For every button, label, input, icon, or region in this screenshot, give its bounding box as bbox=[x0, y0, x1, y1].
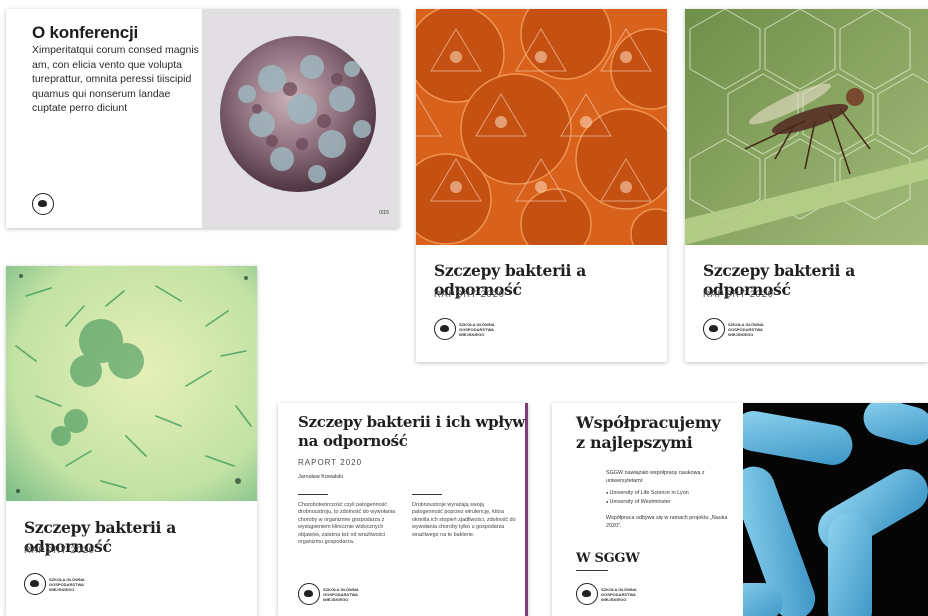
report-card-orange[interactable]: Szczepy bakterii a odporność RAPORT 2020… bbox=[416, 9, 667, 362]
column-divider bbox=[298, 494, 328, 495]
cooperation-text-panel: Współpracujemy z najlepszymi SGGW nawiąz… bbox=[552, 403, 743, 616]
report-detail-card[interactable]: Szczepy bakterii i ich wpływ na odpornoś… bbox=[278, 403, 528, 616]
partner-list: University of Life Science in Lyon Unive… bbox=[606, 489, 738, 507]
report-detail-title-line2: na odporność bbox=[298, 432, 408, 450]
insect-image bbox=[685, 9, 928, 245]
orange-droplets-image bbox=[416, 9, 667, 245]
virus-image bbox=[202, 9, 399, 228]
sggw-logo-icon bbox=[434, 318, 456, 340]
section-divider bbox=[576, 570, 608, 571]
page-edge-accent bbox=[525, 403, 528, 616]
cooperation-intro: SGGW nawiązało współpracę naukową z uniw… bbox=[606, 470, 705, 484]
sggw-logo-icon bbox=[298, 583, 320, 605]
report-subtitle: RAPORT 2020 bbox=[24, 545, 95, 555]
microscope-bacteria-image bbox=[6, 266, 257, 501]
report-subtitle: RAPORT 2020 bbox=[434, 289, 505, 299]
sggw-logo-text: SZKOŁA GŁÓWNA GOSPODARSTWA WIEJSKIEGO bbox=[728, 322, 764, 337]
sggw-logo-text: SZKOŁA GŁÓWNA GOSPODARSTWA WIEJSKIEGO bbox=[601, 587, 637, 602]
sggw-logo-icon bbox=[703, 318, 725, 340]
sggw-logo-text: SZKOŁA GŁÓWNA GOSPODARSTWA WIEJSKIEGO bbox=[323, 587, 359, 602]
report-author: Jarosław Kowalski bbox=[298, 474, 343, 480]
report-detail-title-line1: Szczepy bakterii i ich wpływ bbox=[298, 413, 525, 431]
cooperation-section-heading: W SGGW bbox=[576, 551, 640, 566]
sggw-logo-text: SZKOŁA GŁÓWNA GOSPODARSTWA WIEJSKIEGO bbox=[49, 577, 85, 592]
cooperation-note: Współpraca odbywa się w ramach projektu … bbox=[606, 515, 728, 529]
cooperation-title-line2: z najlepszymi bbox=[576, 433, 693, 452]
report-column-2: Drobnoustroje wyrażają swoją patogenność… bbox=[412, 502, 516, 538]
partner-item: University of Life Science in Lyon bbox=[606, 489, 738, 498]
report-subtitle: RAPORT 2020 bbox=[703, 289, 774, 299]
partner-item: University of Westminster bbox=[606, 498, 738, 507]
report-card-microscope[interactable]: Szczepy bakterii a odporność RAPORT 2020… bbox=[6, 266, 257, 616]
conference-slide-card[interactable]: O konferencji Ximperitatqui corum consed… bbox=[6, 9, 399, 228]
report-detail-subtitle: RAPORT 2020 bbox=[298, 458, 363, 467]
report-column-1: Chorobotwórczość czyli patogenność drobn… bbox=[298, 502, 396, 546]
column-divider bbox=[412, 494, 442, 495]
sggw-logo-text: SZKOŁA GŁÓWNA GOSPODARSTWA WIEJSKIEGO bbox=[459, 322, 495, 337]
page-number: 0/15 bbox=[379, 210, 389, 216]
sggw-logo-icon bbox=[24, 573, 46, 595]
conference-text-panel: O konferencji Ximperitatqui corum consed… bbox=[6, 9, 202, 228]
cooperation-card[interactable]: Współpracujemy z najlepszymi SGGW nawiąz… bbox=[552, 403, 928, 616]
sggw-logo-icon bbox=[32, 193, 54, 215]
cooperation-title-line1: Współpracujemy bbox=[576, 413, 721, 432]
conference-body-text: Ximperitatqui corum consed magnis am, co… bbox=[32, 44, 199, 115]
report-card-insect[interactable]: Szczepy bakterii a odporność RAPORT 2020… bbox=[685, 9, 928, 362]
conference-heading: O konferencji bbox=[32, 23, 139, 42]
blue-bacteria-image bbox=[743, 403, 928, 616]
sggw-logo-icon bbox=[576, 583, 598, 605]
